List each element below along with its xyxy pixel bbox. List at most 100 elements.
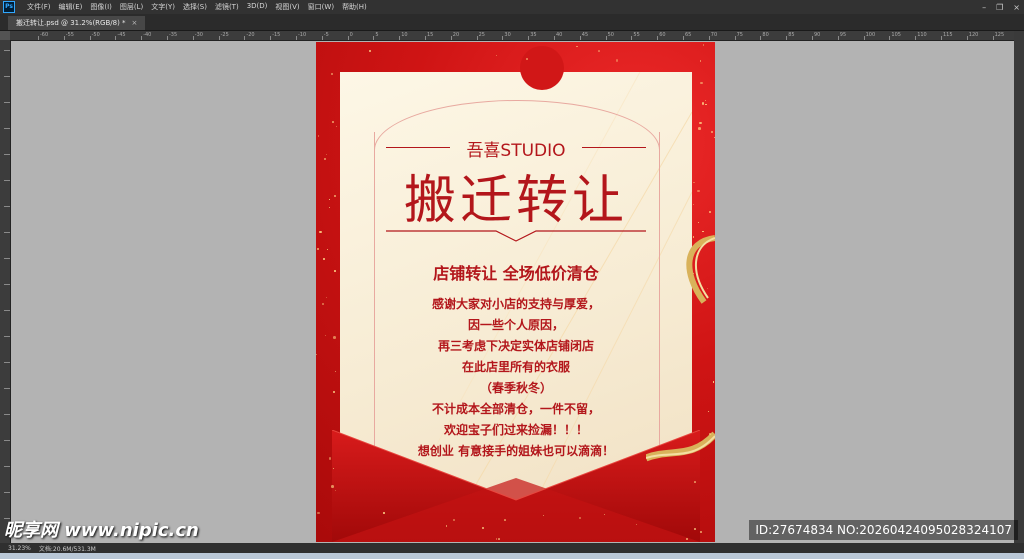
sparkle-dot [335,126,337,128]
ruler-tick [631,36,633,40]
menu-image[interactable]: 图像(I) [86,2,116,12]
sparkle-dot [329,207,331,209]
document-tab[interactable]: 搬迁转让.psd @ 31.2%(RGB/8) * × [8,16,146,30]
ruler-tick [425,36,426,40]
ruler-tick [502,36,504,40]
ruler-label: -30 [194,32,203,38]
menu-type[interactable]: 文字(Y) [147,2,179,12]
poster[interactable]: 吾喜STUDIO 搬迁转让 店铺转让 全场低价清仓 感谢大家对小店的支持与厚爱，… [316,42,715,542]
ruler-tick [4,388,10,389]
sparkle-dot [542,514,544,516]
sparkle-dot [712,380,715,383]
ruler-tick [89,36,91,40]
sparkle-dot [698,221,700,223]
ruler-tick [4,102,10,103]
ruler-label: 40 [556,32,563,38]
menu-3d[interactable]: 3D(D) [243,2,272,12]
ruler-label: -20 [246,32,255,38]
ruler-tick [4,310,10,311]
right-panel-edge [1014,31,1024,543]
sparkle-dot [699,121,702,125]
sparkle-dot [708,210,712,214]
ruler-tick [4,180,10,181]
sparkle-dot [453,519,455,521]
sparkle-dot [707,410,710,412]
close-window-icon[interactable]: × [1013,3,1020,12]
ruler-tick [4,50,10,51]
ruler-label: 110 [917,32,927,38]
ruler-label: -10 [298,32,307,38]
sparkle-dot [702,43,705,46]
sparkle-dot [692,203,694,206]
sparkle-dot [697,190,700,193]
menu-window[interactable]: 窗口(W) [304,2,338,12]
ruler-tick [786,36,788,40]
sparkle-dot [334,370,336,372]
ruler-tick [4,128,10,129]
body-line: 不计成本全部清仓，一件不留， [431,402,600,416]
ruler-label: -45 [117,32,126,38]
photoshop-logo-icon[interactable]: Ps [3,1,15,13]
sparkle-dot [333,336,336,339]
ruler-label: -50 [91,32,100,38]
window-controls: – ❐ × [982,0,1020,14]
sparkle-dot [704,99,707,101]
ruler-tick [38,36,39,40]
ruler-label: 0 [349,32,353,38]
ruler-label: 100 [865,32,876,38]
sparkle-dot [324,334,327,337]
sparkle-dot [332,120,334,123]
body-line: 在此店里所有的衣服 [461,360,570,374]
canvas-area[interactable]: 吾喜STUDIO 搬迁转让 店铺转让 全场低价清仓 感谢大家对小店的支持与厚爱，… [11,41,1014,543]
minimize-icon[interactable]: – [982,3,986,12]
menu-view[interactable]: 视图(V) [271,2,303,12]
ruler-label: 115 [943,32,953,38]
sparkle-dot [700,81,703,85]
menu-layer[interactable]: 图层(L) [116,2,147,12]
ruler-tick [837,36,839,40]
sparkle-dot [498,538,500,540]
ruler-label: 45 [581,32,589,38]
menu-edit[interactable]: 编辑(E) [55,2,87,12]
ruler-tick [4,258,10,259]
tab-close-icon[interactable]: × [132,19,138,27]
ruler-tick [708,36,710,40]
ruler-tick [4,284,10,285]
zoom-level[interactable]: 31.23% [8,545,31,552]
ruler-tick [992,36,994,40]
ruler-label: 105 [891,32,901,38]
ruler-label: 55 [633,32,640,38]
restore-icon[interactable]: ❐ [996,3,1003,12]
menu-bar: Ps 文件(F) 编辑(E) 图像(I) 图层(L) 文字(Y) 选择(S) 滤… [0,0,1024,14]
menu-help[interactable]: 帮助(H) [338,2,371,12]
sparkle-dot [699,60,702,62]
ruler-tick [399,36,401,40]
ruler-label: -60 [40,32,49,38]
menu-filter[interactable]: 滤镜(T) [211,2,243,12]
sparkle-dot [598,50,601,53]
document-info[interactable]: 文档:20.6M/531.3M [39,544,96,553]
ruler-tick [554,36,555,40]
menu-select[interactable]: 选择(S) [179,2,211,12]
sparkle-dot [576,46,578,48]
sparkle-dot [323,258,326,261]
ruler-tick [218,36,220,40]
sparkle-dot [693,528,696,531]
gold-ribbon-bottom [646,431,715,462]
horizontal-ruler[interactable]: -60 -55 -50 -45 -40 -35 -30 -25 -20 -15 -10 -5 0 5 10 1… [10,31,1014,41]
ruler-tick [966,36,968,40]
ruler-label: -35 [169,32,178,38]
ruler-tick [167,36,168,40]
sparkle-dot [332,390,335,393]
sparkle-dot [699,530,703,533]
gold-ribbon-top [686,235,715,304]
vertical-ruler[interactable] [0,40,11,543]
ruler-tick [579,36,581,40]
watermark-logo: 昵享网 www.nipic.cn [4,520,199,541]
menu-file[interactable]: 文件(F) [23,2,55,12]
sparkle-dot [317,248,320,251]
sparkle-dot [327,249,329,251]
sparkle-dot [692,236,694,238]
ruler-tick [683,36,684,40]
ruler-label: -25 [220,32,229,38]
